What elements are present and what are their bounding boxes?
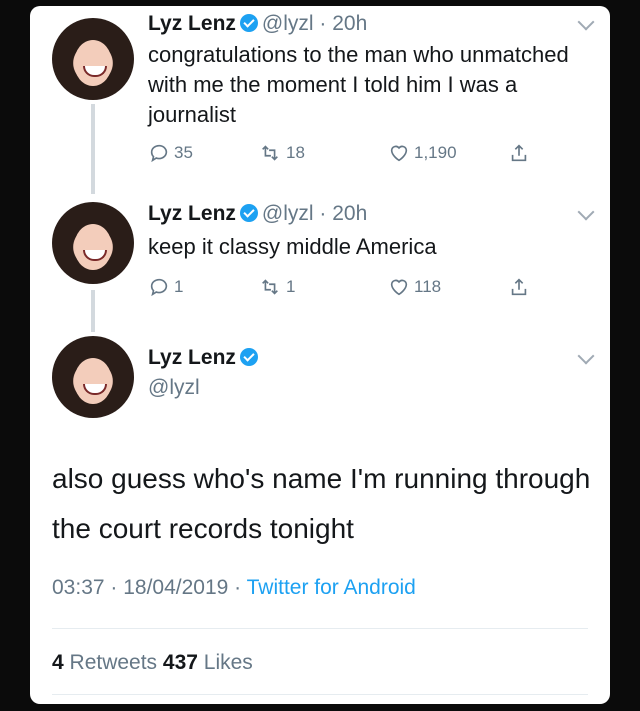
- retweet-button[interactable]: 18: [258, 142, 305, 164]
- chevron-down-icon[interactable]: [577, 203, 595, 221]
- tweet-actions: 1 1 118: [148, 276, 528, 304]
- tweet-stats: 4 Retweets 437 Likes: [52, 651, 253, 675]
- retweet-icon: [262, 145, 278, 161]
- retweet-count: 1: [286, 277, 296, 296]
- avatar[interactable]: [52, 18, 134, 100]
- author-name[interactable]: Lyz Lenz: [148, 12, 236, 35]
- avatar[interactable]: [52, 336, 134, 418]
- chevron-down-icon[interactable]: [577, 13, 595, 31]
- retweet-button[interactable]: 1: [258, 276, 295, 298]
- likes-label: Likes: [197, 651, 253, 674]
- author-handle[interactable]: @lyzl: [262, 202, 314, 225]
- tweet-actions: 35 18 1,190: [148, 142, 528, 170]
- retweets-count: 4: [52, 651, 64, 674]
- main-author-handle-row: @lyzl: [148, 376, 200, 400]
- verified-badge-icon: [239, 14, 258, 32]
- chevron-down-icon[interactable]: [577, 347, 595, 365]
- reply-icon: [150, 144, 168, 163]
- share-button[interactable]: [508, 142, 530, 164]
- heart-icon: [390, 279, 408, 296]
- likes-count: 437: [162, 651, 198, 674]
- retweet-count: 18: [286, 143, 305, 162]
- heart-icon: [390, 145, 408, 162]
- thread-line: [91, 290, 95, 332]
- tweet-header: Lyz Lenz @lyzl · 20h: [148, 12, 367, 36]
- reply-count: 1: [174, 277, 184, 296]
- divider: [52, 694, 588, 695]
- like-count: 118: [414, 277, 442, 296]
- reply-icon: [150, 278, 168, 297]
- tweet-meta: 03:37 · 18/04/2019 · Twitter for Android: [52, 576, 416, 600]
- main-tweet-text: also guess who's name I'm running throug…: [52, 463, 591, 544]
- like-button[interactable]: 118: [388, 276, 441, 298]
- reply-count: 35: [174, 143, 193, 162]
- tweet-timestamp[interactable]: 03:37 · 18/04/2019 ·: [52, 576, 247, 599]
- thread-line: [91, 104, 95, 194]
- tweet-time[interactable]: 20h: [332, 202, 367, 225]
- tweet-header: Lyz Lenz @lyzl · 20h: [148, 202, 367, 226]
- share-icon: [511, 144, 527, 162]
- author-name[interactable]: Lyz Lenz: [148, 202, 236, 225]
- reply-button[interactable]: 35: [148, 142, 193, 164]
- tweet-card: Lyz Lenz @lyzl · 20h congratulations to t…: [30, 6, 610, 704]
- separator: ·: [313, 202, 333, 225]
- avatar[interactable]: [52, 202, 134, 284]
- verified-badge-icon: [239, 348, 258, 366]
- reply-button[interactable]: 1: [148, 276, 183, 298]
- main-author-name-row: Lyz Lenz: [148, 346, 262, 370]
- retweet-icon: [262, 279, 278, 295]
- verified-badge-icon: [239, 204, 258, 222]
- share-button[interactable]: [508, 276, 530, 298]
- like-button[interactable]: 1,190: [388, 142, 457, 164]
- tweet-time[interactable]: 20h: [332, 12, 367, 35]
- likes-stat[interactable]: 437 Likes: [163, 651, 253, 674]
- retweets-stat[interactable]: 4 Retweets: [52, 651, 163, 674]
- author-name[interactable]: Lyz Lenz: [148, 346, 236, 369]
- author-handle[interactable]: @lyzl: [262, 12, 314, 35]
- tweet-text: congratulations to the man who unmatched…: [148, 42, 569, 127]
- separator: ·: [313, 12, 333, 35]
- author-handle[interactable]: @lyzl: [148, 376, 200, 399]
- tweet-text: keep it classy middle America: [148, 234, 437, 259]
- share-icon: [511, 278, 527, 296]
- retweets-label: Retweets: [63, 651, 163, 674]
- divider: [52, 628, 588, 629]
- like-count: 1,190: [414, 143, 457, 162]
- tweet-source-link[interactable]: Twitter for Android: [247, 576, 416, 599]
